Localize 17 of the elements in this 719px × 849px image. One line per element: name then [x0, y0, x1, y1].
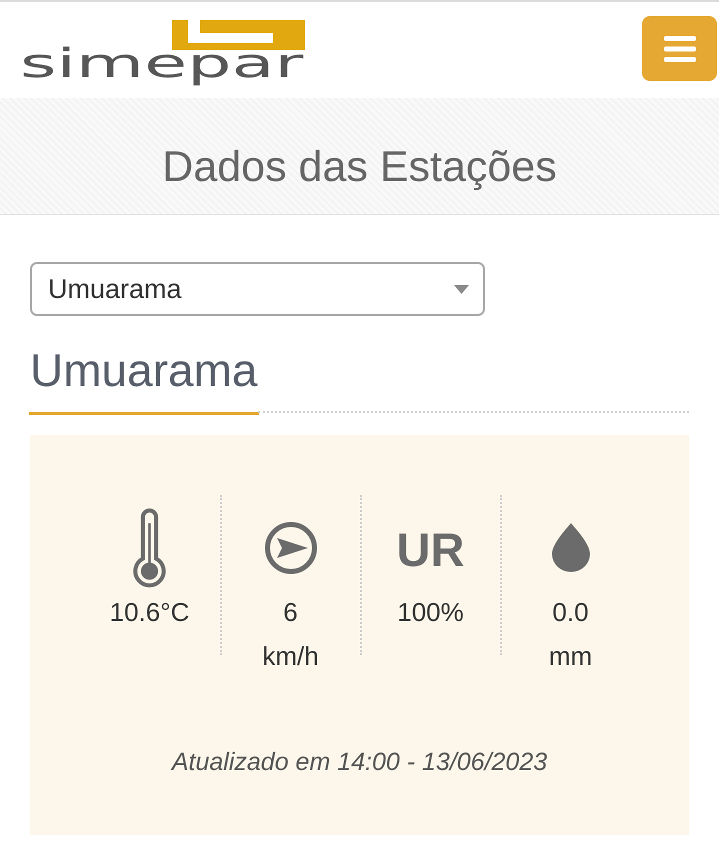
reading-unit: km/h — [262, 640, 319, 673]
reading-value: 6 — [283, 596, 298, 629]
droplet-icon — [552, 523, 590, 572]
updated-text: Atualizado em 14:00 - 13/06/2023 — [172, 747, 548, 777]
reading-value: 10.6°C — [110, 596, 190, 629]
menu-icon — [664, 36, 696, 62]
reading-unit: mm — [548, 640, 592, 673]
menu-button[interactable] — [642, 16, 717, 81]
station-select[interactable]: Umuarama — [30, 262, 485, 316]
reading-value: 100% — [397, 596, 464, 629]
page-title: Dados das Estações — [162, 142, 557, 192]
thermometer-icon — [133, 508, 166, 588]
caret-icon — [454, 284, 469, 294]
humidity-label: UR — [396, 524, 464, 574]
reading-value: 0.0 — [552, 596, 589, 629]
logo-wordmark: simepar — [20, 41, 304, 87]
station-heading: Umuarama — [30, 343, 258, 398]
